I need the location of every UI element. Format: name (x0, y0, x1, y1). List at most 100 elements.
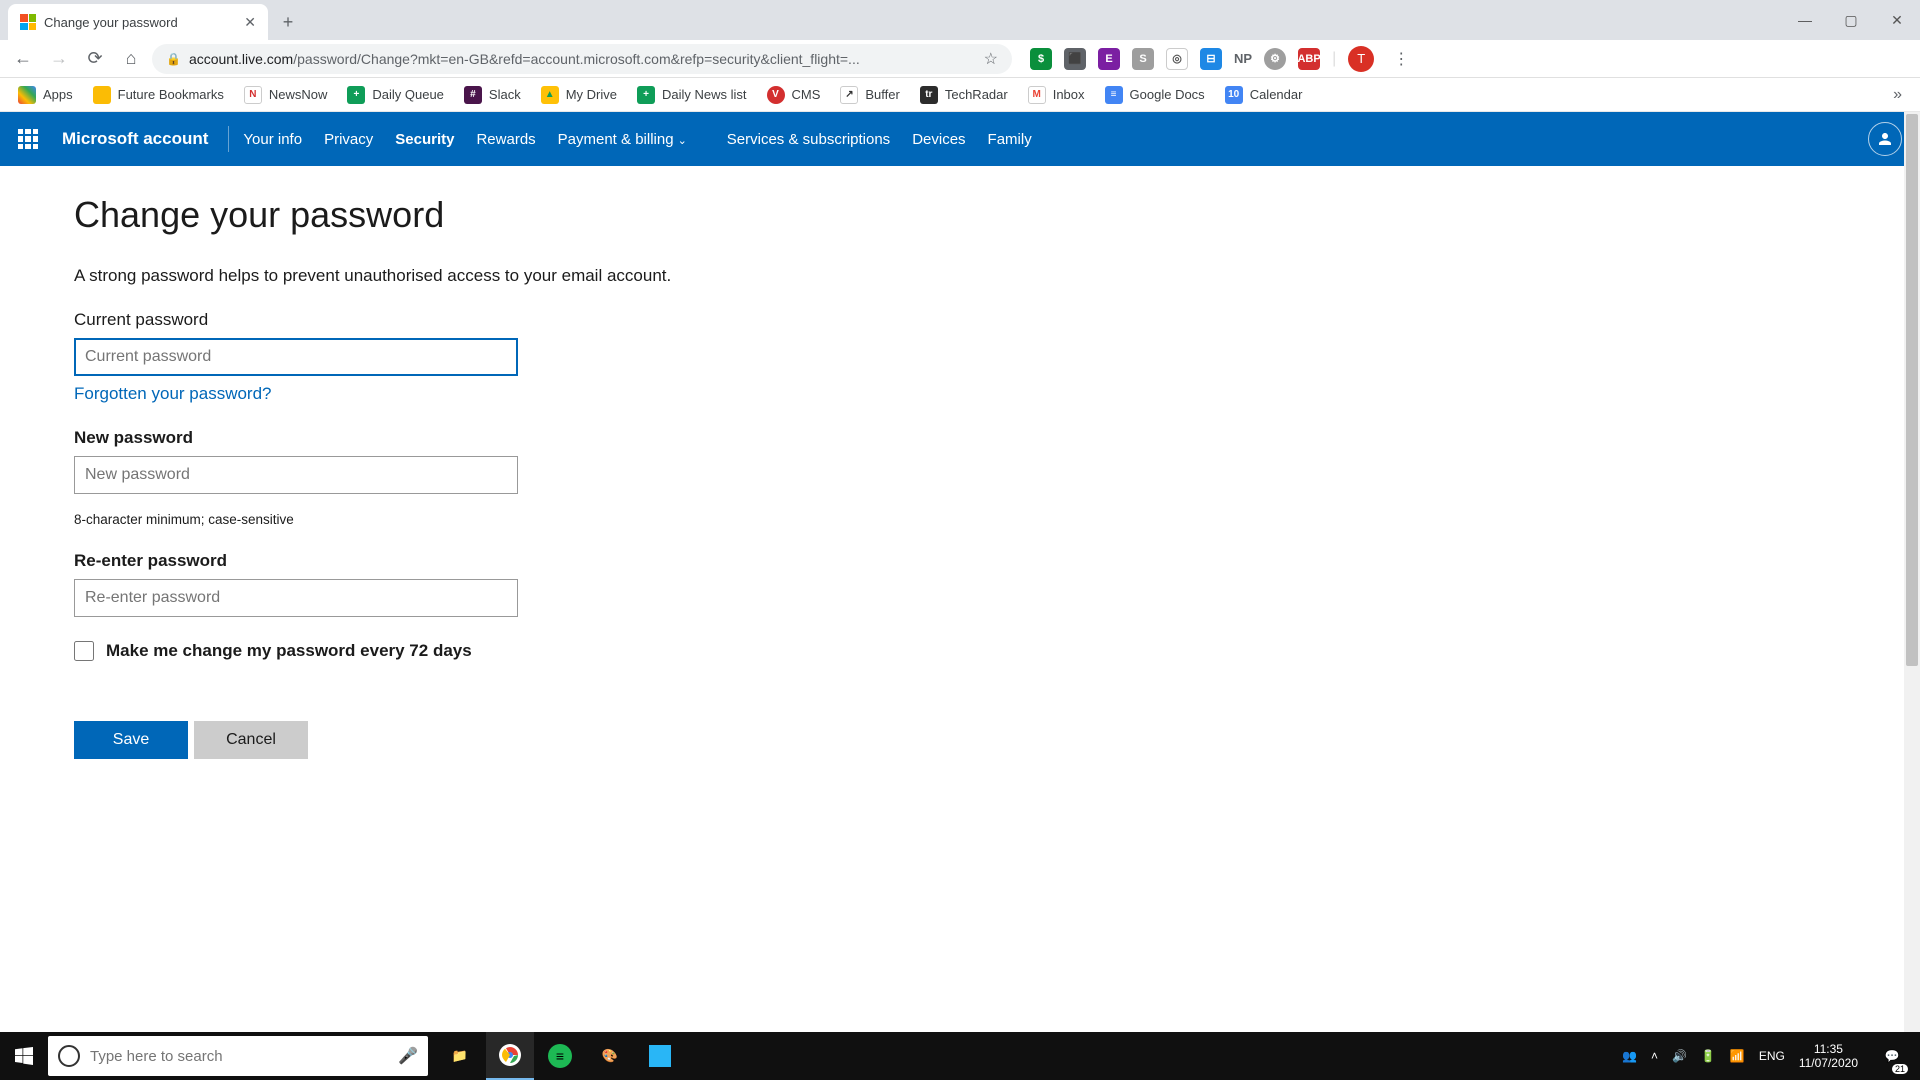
extension-icon[interactable]: E (1098, 48, 1120, 70)
bookmark-item[interactable]: #Slack (464, 86, 521, 104)
extension-settings-icon[interactable]: ⚙ (1264, 48, 1286, 70)
nav-family[interactable]: Family (988, 131, 1032, 148)
account-avatar-button[interactable] (1868, 122, 1902, 156)
new-tab-button[interactable]: + (274, 8, 302, 36)
ms-nav: Your info Privacy Security Rewards Payme… (243, 131, 1031, 148)
nav-privacy[interactable]: Privacy (324, 131, 373, 148)
maximize-button[interactable]: ▢ (1828, 4, 1874, 36)
cortana-icon (58, 1045, 80, 1067)
new-password-input[interactable] (74, 456, 518, 494)
people-icon[interactable]: 👥 (1622, 1049, 1637, 1063)
save-button[interactable]: Save (74, 721, 188, 759)
button-row: Save Cancel (74, 721, 1920, 759)
start-button[interactable] (0, 1032, 48, 1080)
browser-tab[interactable]: Change your password ✕ (8, 4, 268, 40)
cancel-button[interactable]: Cancel (194, 721, 308, 759)
search-input[interactable] (90, 1048, 388, 1065)
bookmark-item[interactable]: 10Calendar (1225, 86, 1303, 104)
extension-icons: $ ⬛ E S ◎ ⊟ NP ⚙ ABP | T ⋮ (1030, 44, 1416, 74)
system-tray: 👥 ˄ 🔊 🔋 📶 ENG 11:35 11/07/2020 💬21 (1622, 1032, 1920, 1080)
ms-account-header: Microsoft account Your info Privacy Secu… (0, 112, 1920, 166)
change-every-72-days-row[interactable]: Make me change my password every 72 days (74, 641, 1920, 661)
battery-icon[interactable]: 🔋 (1701, 1049, 1716, 1063)
paint-icon[interactable]: 🎨 (586, 1032, 634, 1080)
page-subtitle: A strong password helps to prevent unaut… (74, 266, 1920, 286)
nav-rewards[interactable]: Rewards (476, 131, 535, 148)
volume-icon[interactable]: 🔊 (1672, 1049, 1687, 1063)
browser-menu-button[interactable]: ⋮ (1386, 44, 1416, 74)
app-launcher-icon[interactable] (18, 129, 38, 149)
bookmark-item[interactable]: ≡Google Docs (1105, 86, 1205, 104)
spotify-icon[interactable]: ≡ (536, 1032, 584, 1080)
bookmark-item[interactable]: +Daily Queue (347, 86, 444, 104)
bookmark-item[interactable]: Future Bookmarks (93, 86, 224, 104)
clock[interactable]: 11:35 11/07/2020 (1799, 1042, 1858, 1071)
bookmark-item[interactable]: NNewsNow (244, 86, 328, 104)
nav-your-info[interactable]: Your info (243, 131, 302, 148)
nav-security[interactable]: Security (395, 131, 454, 148)
scrollbar[interactable] (1904, 112, 1920, 1032)
bookmark-item[interactable]: ↗Buffer (840, 86, 899, 104)
home-button[interactable]: ⌂ (116, 44, 146, 74)
action-center-icon[interactable]: 💬21 (1872, 1032, 1912, 1080)
search-box[interactable]: 🎤 (48, 1036, 428, 1076)
bookmark-item[interactable]: MInbox (1028, 86, 1085, 104)
bookmarks-overflow-button[interactable]: » (1893, 86, 1902, 104)
address-bar[interactable]: 🔒 account.live.com/password/Change?mkt=e… (152, 44, 1012, 74)
close-window-button[interactable]: ✕ (1874, 4, 1920, 36)
extension-icon[interactable]: ⬛ (1064, 48, 1086, 70)
bookmarks-bar: Apps Future Bookmarks NNewsNow +Daily Qu… (0, 78, 1920, 112)
nav-services[interactable]: Services & subscriptions (727, 131, 890, 148)
tray-chevron-icon[interactable]: ˄ (1651, 1049, 1658, 1063)
browser-toolbar: ← → ⟳ ⌂ 🔒 account.live.com/password/Chan… (0, 40, 1920, 78)
browser-tab-strip: Change your password ✕ + — ▢ ✕ (0, 0, 1920, 40)
mic-icon[interactable]: 🎤 (398, 1046, 418, 1066)
extension-icon[interactable]: S (1132, 48, 1154, 70)
password-hint: 8-character minimum; case-sensitive (74, 512, 1920, 527)
change-every-72-days-checkbox[interactable] (74, 641, 94, 661)
bookmark-item[interactable]: trTechRadar (920, 86, 1008, 104)
reload-button[interactable]: ⟳ (80, 44, 110, 74)
scrollbar-thumb[interactable] (1906, 114, 1918, 666)
taskbar-apps: 📁 ≡ 🎨 (436, 1032, 684, 1080)
extension-icon[interactable]: ⊟ (1200, 48, 1222, 70)
reenter-password-label: Re-enter password (74, 551, 1920, 571)
notification-badge: 21 (1892, 1064, 1908, 1074)
back-button[interactable]: ← (8, 44, 38, 74)
nav-payment-billing[interactable]: Payment & billing⌄ (558, 131, 687, 148)
forgot-password-link[interactable]: Forgotten your password? (74, 384, 272, 404)
extension-abp[interactable]: ABP (1298, 48, 1320, 70)
extension-icon[interactable]: $ (1030, 48, 1052, 70)
window-controls: — ▢ ✕ (1782, 0, 1920, 40)
current-password-label: Current password (74, 310, 1920, 330)
brand-label[interactable]: Microsoft account (62, 129, 208, 149)
current-password-group: Current password Forgotten your password… (74, 310, 1920, 404)
person-icon (1876, 130, 1894, 148)
app-icon[interactable] (636, 1032, 684, 1080)
extension-np[interactable]: NP (1234, 51, 1252, 66)
bookmark-apps[interactable]: Apps (18, 86, 73, 104)
minimize-button[interactable]: — (1782, 4, 1828, 36)
extension-icon[interactable]: ◎ (1166, 48, 1188, 70)
wifi-icon[interactable]: 📶 (1730, 1049, 1745, 1063)
page-title: Change your password (74, 194, 1920, 236)
bookmark-item[interactable]: +Daily News list (637, 86, 747, 104)
reenter-password-input[interactable] (74, 579, 518, 617)
chevron-down-icon: ⌄ (678, 135, 687, 147)
file-explorer-icon[interactable]: 📁 (436, 1032, 484, 1080)
forward-button[interactable]: → (44, 44, 74, 74)
tab-title: Change your password (44, 15, 236, 30)
chrome-icon[interactable] (486, 1032, 534, 1080)
new-password-label: New password (74, 428, 1920, 448)
profile-avatar[interactable]: T (1348, 46, 1374, 72)
close-tab-icon[interactable]: ✕ (244, 14, 256, 31)
bookmark-item[interactable]: VCMS (767, 86, 821, 104)
bookmark-star-icon[interactable]: ☆ (984, 49, 998, 69)
clock-time: 11:35 (1799, 1042, 1858, 1056)
nav-devices[interactable]: Devices (912, 131, 965, 148)
checkbox-label: Make me change my password every 72 days (106, 641, 472, 661)
bookmark-item[interactable]: ▲My Drive (541, 86, 617, 104)
language-indicator[interactable]: ENG (1759, 1049, 1785, 1063)
reenter-password-group: Re-enter password (74, 551, 1920, 617)
current-password-input[interactable] (74, 338, 518, 376)
